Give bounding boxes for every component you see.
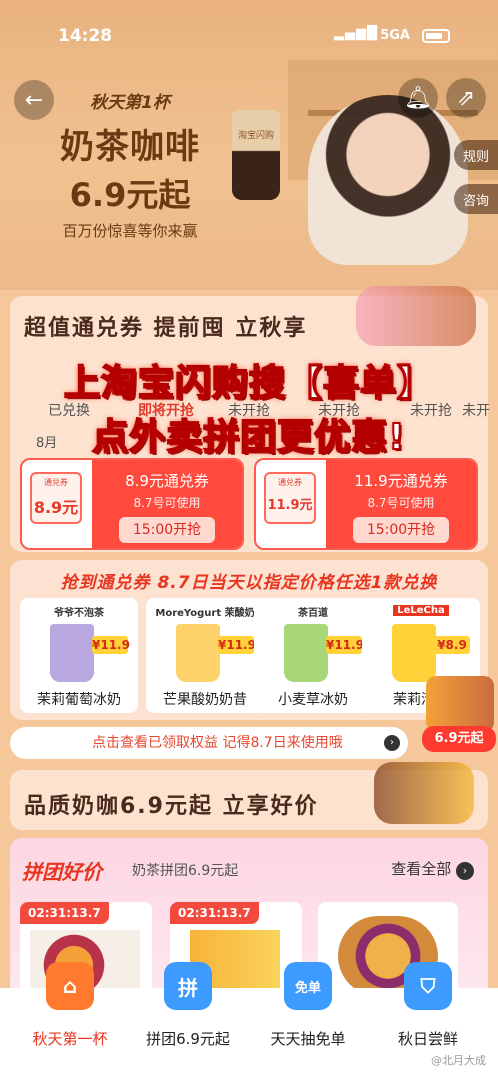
- coupon-name: 11.9元通兑券: [354, 472, 448, 490]
- product-brand: 茶百道: [298, 608, 328, 619]
- countdown-timer: 02:31:13.7: [170, 902, 259, 924]
- nav-label: 秋日尝鲜: [397, 1030, 458, 1048]
- product-brand: MoreYogurt 茉酸奶: [155, 608, 255, 619]
- coupon-mini-label: 通兑券: [278, 478, 302, 487]
- coupon-card[interactable]: 通兑券 8.9元 8.9元通兑券 8.7号可使用 15:00开抢: [20, 458, 244, 550]
- product-price: ¥11.9: [218, 636, 256, 654]
- coupon-grab-button[interactable]: 15:00开抢: [353, 517, 449, 543]
- bottom-nav: ⌂ 秋天第一杯 拼 拼团6.9元起 免单 天天抽免单 ⛉ 秋日尝鲜: [0, 962, 498, 1080]
- nav-label: 拼团6.9元起: [146, 1030, 230, 1048]
- product-image: [50, 624, 94, 682]
- consult-button[interactable]: 咨询: [454, 184, 498, 214]
- chevron-right-icon: ›: [456, 862, 474, 880]
- coupon-card[interactable]: 通兑券 11.9元 11.9元通兑券 8.7号可使用 15:00开抢: [254, 458, 478, 550]
- section1-title: 超值通兑券 提前囤 立秋享: [24, 316, 308, 341]
- claimed-rights-notice[interactable]: 点击查看已领取权益 记得8.7日来使用哦 ›: [10, 727, 408, 759]
- rules-button[interactable]: 规则: [454, 140, 498, 170]
- ticket-icon: 免单: [284, 962, 332, 1010]
- view-all-label: 查看全部: [391, 860, 452, 878]
- coupon-date: 8.7号可使用: [367, 496, 435, 510]
- coupon-mini-label: 通兑券: [44, 478, 68, 487]
- product-price: ¥8.9: [434, 636, 470, 654]
- section1-drinks-image: [356, 286, 476, 346]
- battery-icon: [422, 29, 450, 43]
- product-name: 芒果酸奶奶昔: [163, 692, 247, 708]
- nav-label: 天天抽免单: [270, 1030, 346, 1048]
- hero-cup-image: 淘宝闪购: [232, 110, 280, 200]
- coffee-panel: 品质奶咖6.9元起 立享好价: [10, 762, 488, 830]
- redeem-banner: 抢到通兑券 8.7日当天以指定价格任选1款兑换: [60, 573, 438, 593]
- status-time: 14:28: [58, 26, 113, 46]
- product-image: [176, 624, 220, 682]
- basket-icon: ⛉: [404, 962, 452, 1010]
- view-all-link[interactable]: 查看全部 ›: [391, 858, 474, 880]
- section2-title: 品质奶咖6.9元起 立享好价: [24, 794, 319, 819]
- hero-title-block: 秋天第1杯 奶茶咖啡 6.9元起 百万份惊喜等你来赢: [55, 88, 205, 241]
- group-icon: 拼: [164, 962, 212, 1010]
- notice-text: 点击查看已领取权益 记得8.7日来使用哦: [92, 735, 343, 751]
- chevron-right-icon: ›: [384, 735, 400, 751]
- product-image: [392, 624, 436, 682]
- coupon-body: 8.9元通兑券 8.7号可使用 15:00开抢: [92, 460, 242, 548]
- share-icon: ⇗: [456, 85, 476, 111]
- hero-line1: 秋天第1杯: [90, 93, 170, 113]
- hero-line2: 奶茶咖啡: [60, 127, 200, 167]
- group-subtitle: 奶茶拼团6.9元起: [132, 863, 239, 879]
- status-network: 5GA: [380, 28, 410, 43]
- product-brand: LeLeCha: [393, 605, 449, 616]
- nav-item-autumn-first-cup[interactable]: ⌂ 秋天第一杯: [8, 962, 132, 1080]
- group-title: 拼团好价: [22, 860, 102, 884]
- share-button[interactable]: ⇗: [446, 78, 486, 118]
- cup-icon: ⌂: [46, 962, 94, 1010]
- nav-label: 秋天第一杯: [32, 1030, 108, 1048]
- product-name: 小麦草冰奶: [278, 692, 348, 708]
- hero-line3: 6.9元起: [69, 176, 191, 214]
- hero-person-image: [308, 95, 468, 265]
- back-button[interactable]: ←: [14, 80, 54, 120]
- coupon-ticket-icon: 通兑券 11.9元: [264, 472, 316, 524]
- notification-button[interactable]: 🔔︎: [398, 78, 438, 118]
- watermark-text: @北月大成: [431, 1054, 486, 1067]
- coupon-date: 8.7号可使用: [133, 496, 201, 510]
- hero-line4: 百万份惊喜等你来赢: [62, 222, 198, 240]
- coupon-body: 11.9元通兑券 8.7号可使用 15:00开抢: [326, 460, 476, 548]
- bell-icon: 🔔︎: [404, 85, 432, 111]
- coupon-value: 8.9元: [33, 498, 79, 517]
- product-name: 茉莉葡萄冰奶: [37, 692, 121, 708]
- product-card[interactable]: MoreYogurt 茉酸奶 ¥11.9 芒果酸奶奶昔: [146, 598, 264, 713]
- hero-cup-label: 淘宝闪购: [238, 131, 275, 141]
- product-brand: 爷爷不泡茶: [54, 608, 104, 619]
- product-card[interactable]: 爷爷不泡茶 ¥11.9 茉莉葡萄冰奶: [20, 598, 138, 713]
- nav-item-free-draw[interactable]: 免单 天天抽免单: [246, 962, 370, 1080]
- price-badge[interactable]: 6.9元起: [422, 726, 496, 752]
- coupon-name: 8.9元通兑券: [125, 472, 209, 490]
- promo-overlay-line1: 上淘宝闪购搜【喜单】: [63, 362, 434, 405]
- floating-drinks-image[interactable]: [426, 676, 494, 732]
- section2-drinks-image: [374, 762, 474, 824]
- promo-overlay-line2: 点外卖拼团更优惠!: [91, 416, 406, 459]
- coupon-ticket-icon: 通兑券 8.9元: [30, 472, 82, 524]
- coupon-value: 11.9元: [267, 498, 313, 513]
- back-arrow-icon: ←: [24, 87, 44, 113]
- product-price: ¥11.9: [326, 636, 364, 654]
- coupon-grab-button[interactable]: 15:00开抢: [119, 517, 215, 543]
- status-bar: 14:28 ▂▄▆█ 5GA: [0, 26, 498, 50]
- nav-item-group[interactable]: 拼 拼团6.9元起: [126, 962, 250, 1080]
- signal-icon: ▂▄▆█: [334, 26, 378, 41]
- product-image: [284, 624, 328, 682]
- product-card[interactable]: 茶百道 ¥11.9 小麦草冰奶: [254, 598, 372, 713]
- countdown-timer: 02:31:13.7: [20, 902, 109, 924]
- product-price: ¥11.9: [92, 636, 130, 654]
